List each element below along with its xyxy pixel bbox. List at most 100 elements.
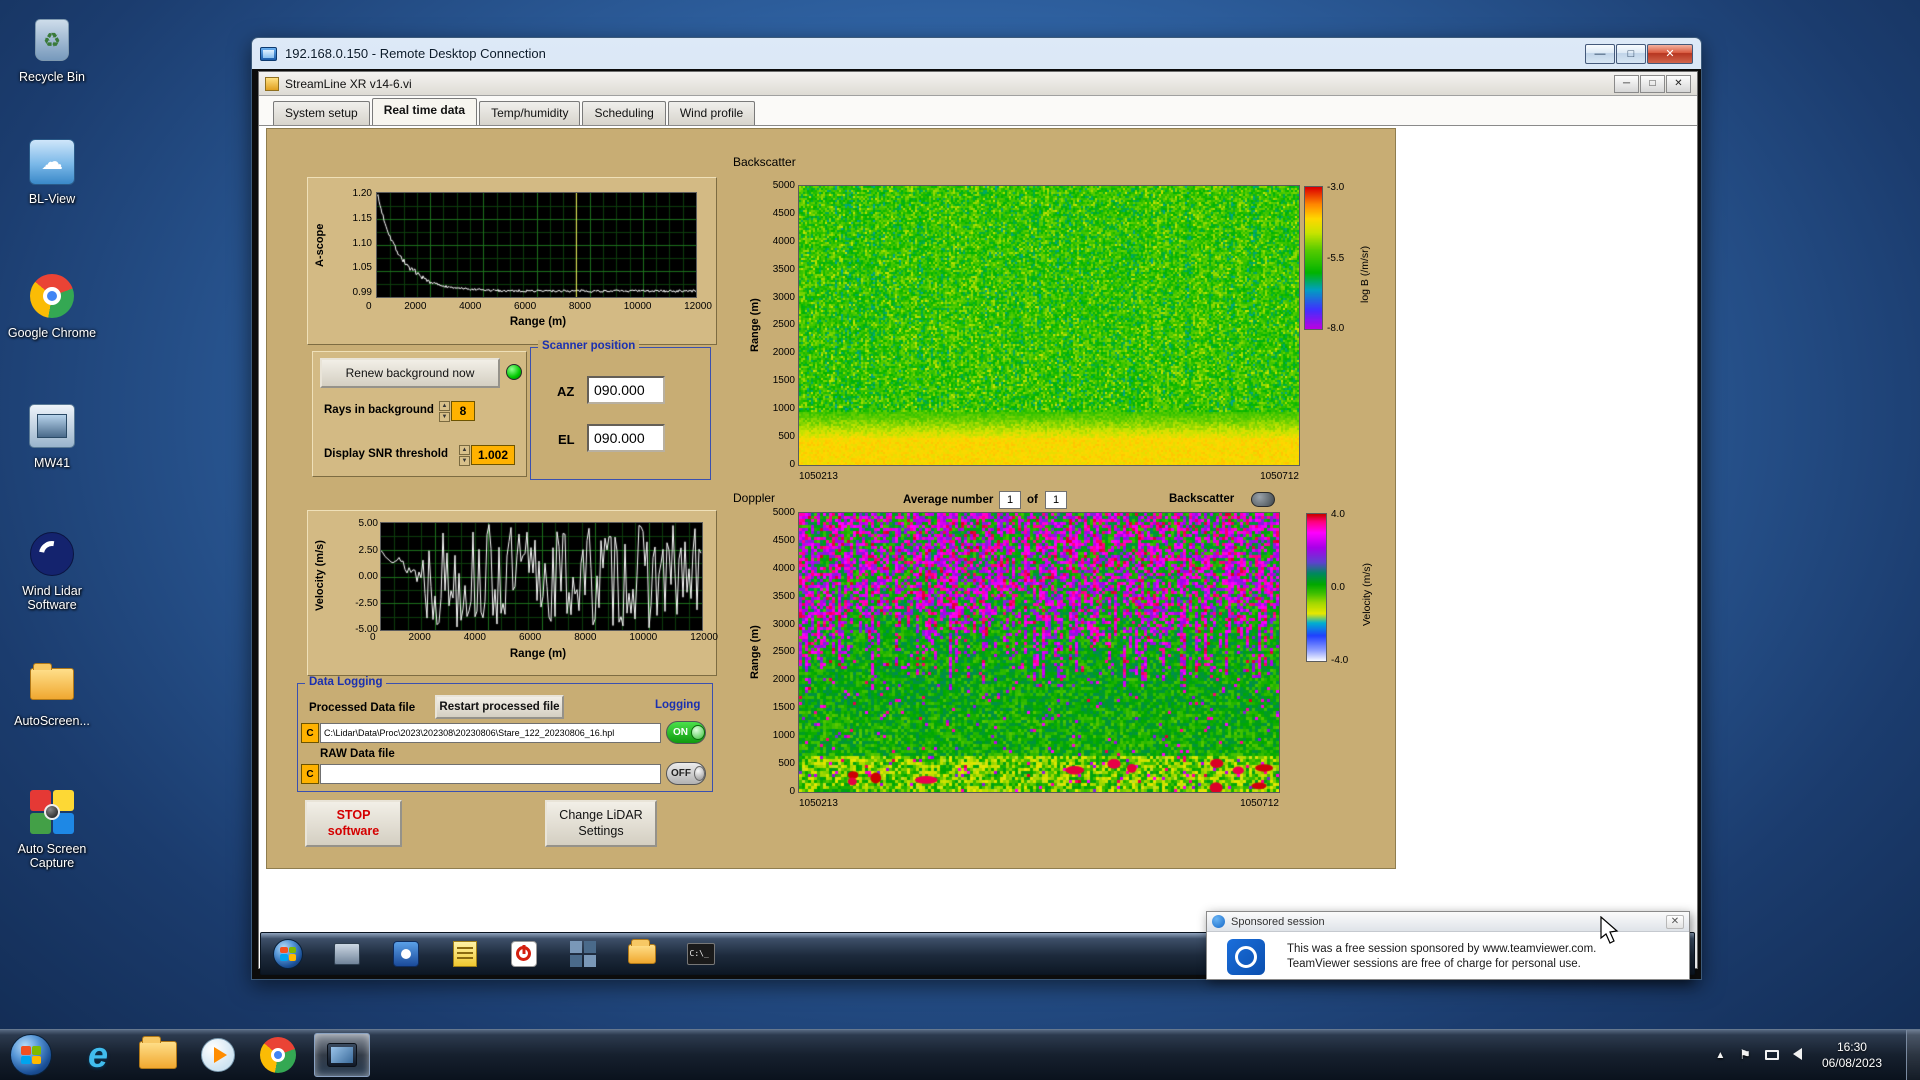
taskbar-media-player-icon[interactable] (196, 1033, 240, 1077)
ascope-ylabel: A-scope (314, 223, 326, 268)
backscatter-colorbar-label: log B (/m/sr) (1359, 245, 1371, 303)
front-panel: A-scope 1.20 1.15 1.10 1.05 0.99 0 2000 4000 60… (266, 128, 1396, 869)
backscatter-heatmap[interactable] (798, 185, 1300, 466)
stop-line1: STOP (336, 807, 371, 822)
scanner-position-title: Scanner position (538, 340, 640, 352)
raw-drive-box[interactable]: C (301, 764, 319, 784)
rdp-maximize-button[interactable]: □ (1616, 43, 1646, 64)
remote-display-settings-icon[interactable] (331, 938, 362, 969)
rdp-window: 192.168.0.150 - Remote Desktop Connectio… (251, 37, 1702, 980)
taskbar-ie-icon[interactable]: e (76, 1033, 120, 1077)
doppler-title: Doppler (733, 491, 776, 505)
tick-label: -5.5 (1327, 252, 1345, 264)
backscatter-toggle-label: Backscatter (1169, 493, 1235, 505)
app-minimize-button[interactable]: ─ (1614, 74, 1639, 93)
desktop-icon-recycle-bin[interactable]: ♻ Recycle Bin (6, 14, 98, 84)
restart-processed-file-button[interactable]: Restart processed file (435, 695, 564, 719)
system-tray: ▲ ⚑ 16:30 06/08/2023 (1715, 1029, 1920, 1080)
desktop-icon-autoscreen-folder[interactable]: AutoScreen... (6, 658, 98, 728)
tick-label: 12000 (684, 301, 712, 312)
tick-label: 4.0 (1331, 509, 1345, 520)
app-close-button[interactable]: ✕ (1666, 74, 1691, 93)
tray-clock[interactable]: 16:30 06/08/2023 (1822, 1039, 1882, 1071)
renew-background-button[interactable]: Renew background now (320, 358, 500, 388)
rdp-window-title: 192.168.0.150 - Remote Desktop Connectio… (285, 46, 546, 61)
backscatter-toggle-led[interactable] (1251, 492, 1275, 507)
desktop-icon-auto-screen-capture[interactable]: Auto Screen Capture (6, 786, 98, 871)
tick-label: 4500 (772, 534, 795, 546)
tray-volume-icon[interactable] (1792, 1047, 1802, 1063)
rdp-titlebar[interactable]: 192.168.0.150 - Remote Desktop Connectio… (252, 38, 1701, 69)
ascope-plot[interactable] (376, 192, 697, 298)
az-field[interactable]: 090.000 (587, 376, 665, 404)
tick-label: 5000 (772, 180, 795, 191)
taskbar-chrome-icon[interactable] (256, 1033, 300, 1077)
rdp-close-button[interactable]: ✕ (1647, 43, 1693, 64)
tray-show-hidden-icon[interactable]: ▲ (1715, 1050, 1725, 1061)
tab-system-setup[interactable]: System setup (273, 101, 370, 125)
taskbar-rdp-active-icon[interactable] (314, 1033, 370, 1077)
remote-folder-icon[interactable] (626, 938, 657, 969)
taskbar-explorer-icon[interactable] (136, 1033, 180, 1077)
tick-label: 0 (370, 632, 376, 643)
rays-in-background-label: Rays in background (324, 404, 434, 416)
tick-label: 500 (778, 758, 795, 770)
doppler-colorbar (1306, 513, 1327, 662)
remote-grid-icon[interactable] (567, 938, 598, 969)
velocity-xlabel: Range (m) (509, 648, 567, 660)
backscatter-ytick-labels: 5000 4500 4000 3500 3000 2500 2000 1500 1000 500 0 (757, 180, 795, 470)
tick-label: 1.10 (352, 237, 372, 249)
processed-logging-toggle[interactable]: ON (666, 721, 706, 744)
processed-path-field[interactable]: C:\Lidar\Data\Proc\2023\202308\20230806\… (320, 723, 661, 743)
raw-logging-toggle[interactable]: OFF (666, 762, 706, 785)
rays-in-background-value[interactable]: 8 (451, 401, 475, 421)
tab-scheduling[interactable]: Scheduling (582, 101, 666, 125)
backscatter-colorbar (1304, 186, 1323, 330)
tick-label: 1000 (772, 730, 795, 742)
teamviewer-close-button[interactable]: ✕ (1666, 914, 1684, 929)
processed-drive-box[interactable]: C (301, 723, 319, 743)
rays-spinner[interactable]: ▲ ▼ (439, 401, 450, 422)
remote-blue-app-icon[interactable] (390, 938, 421, 969)
tray-action-center-flag-icon[interactable]: ⚑ (1739, 1047, 1751, 1063)
desktop-icon-mw41[interactable]: MW41 (6, 400, 98, 470)
app-maximize-button[interactable]: □ (1640, 74, 1665, 93)
tab-wind-profile[interactable]: Wind profile (667, 101, 756, 125)
el-field[interactable]: 090.000 (587, 424, 665, 452)
tab-strip: System setup Real time data Temp/humidity S… (259, 96, 1697, 126)
velocity-xtick-labels: 0 2000 4000 6000 8000 10000 12000 (370, 632, 718, 643)
velocity-plot[interactable] (380, 522, 703, 631)
rdp-minimize-button[interactable]: ― (1585, 43, 1615, 64)
settings-line2: Settings (578, 823, 624, 838)
tick-label: 0.00 (358, 571, 378, 582)
tick-label: -4.0 (1331, 655, 1349, 666)
snr-spinner[interactable]: ▲ ▼ (459, 445, 470, 466)
average-number-field[interactable]: 1 (999, 491, 1021, 509)
start-button[interactable] (10, 1034, 52, 1076)
show-desktop-button[interactable] (1906, 1029, 1920, 1080)
average-of-field[interactable]: 1 (1045, 491, 1067, 509)
desktop-icon-google-chrome[interactable]: Google Chrome (6, 270, 98, 340)
backscatter-title: Backscatter (733, 155, 796, 169)
tray-time: 16:30 (1836, 1039, 1867, 1054)
tray-network-icon[interactable] (1764, 1048, 1779, 1063)
tab-temp-humidity[interactable]: Temp/humidity (479, 101, 581, 125)
scanner-position-group: Scanner position AZ 090.000 EL 090.000 (530, 340, 711, 480)
change-lidar-settings-button[interactable]: Change LiDAR Settings (545, 800, 657, 847)
bl-view-icon: ☁ (26, 136, 78, 188)
app-titlebar[interactable]: StreamLine XR v14-6.vi ─ □ ✕ (259, 72, 1697, 96)
remote-power-icon[interactable] (508, 938, 539, 969)
doppler-heatmap[interactable] (798, 512, 1280, 793)
ascope-ytick-labels: 1.20 1.15 1.10 1.05 0.99 (336, 188, 372, 298)
remote-cmd-icon[interactable]: C:\_ (685, 938, 716, 969)
remote-start-button[interactable] (273, 938, 303, 969)
data-logging-group: Data Logging Processed Data file Restart… (297, 676, 713, 792)
raw-path-field[interactable] (320, 764, 661, 784)
renew-background-led (506, 364, 522, 380)
desktop-icon-bl-view[interactable]: ☁ BL-View (6, 136, 98, 206)
stop-software-button[interactable]: STOP software (305, 800, 402, 847)
tab-real-time-data[interactable]: Real time data (371, 98, 478, 125)
remote-notes-icon[interactable] (449, 938, 480, 969)
snr-threshold-value[interactable]: 1.002 (471, 445, 515, 465)
desktop-icon-wind-lidar[interactable]: Wind Lidar Software (6, 528, 98, 613)
